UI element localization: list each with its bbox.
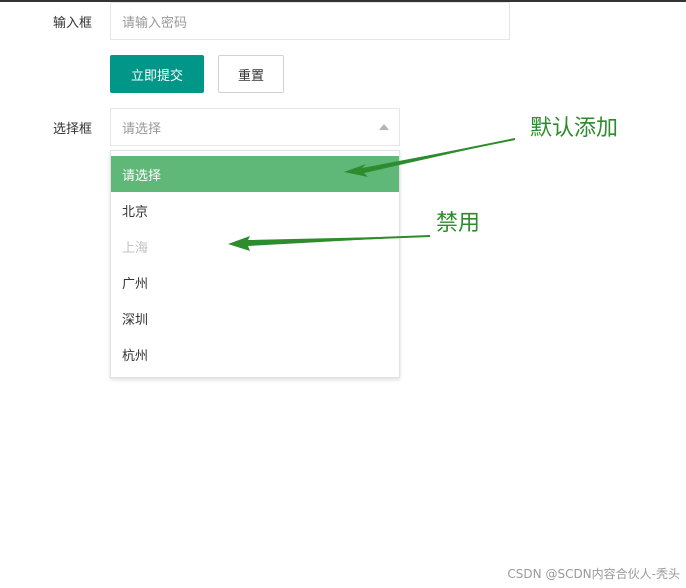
watermark: CSDN @SCDN内容合伙人-秃头 <box>507 567 680 581</box>
annotation-arrows <box>228 138 516 251</box>
arrow-shaft-default <box>361 138 516 171</box>
